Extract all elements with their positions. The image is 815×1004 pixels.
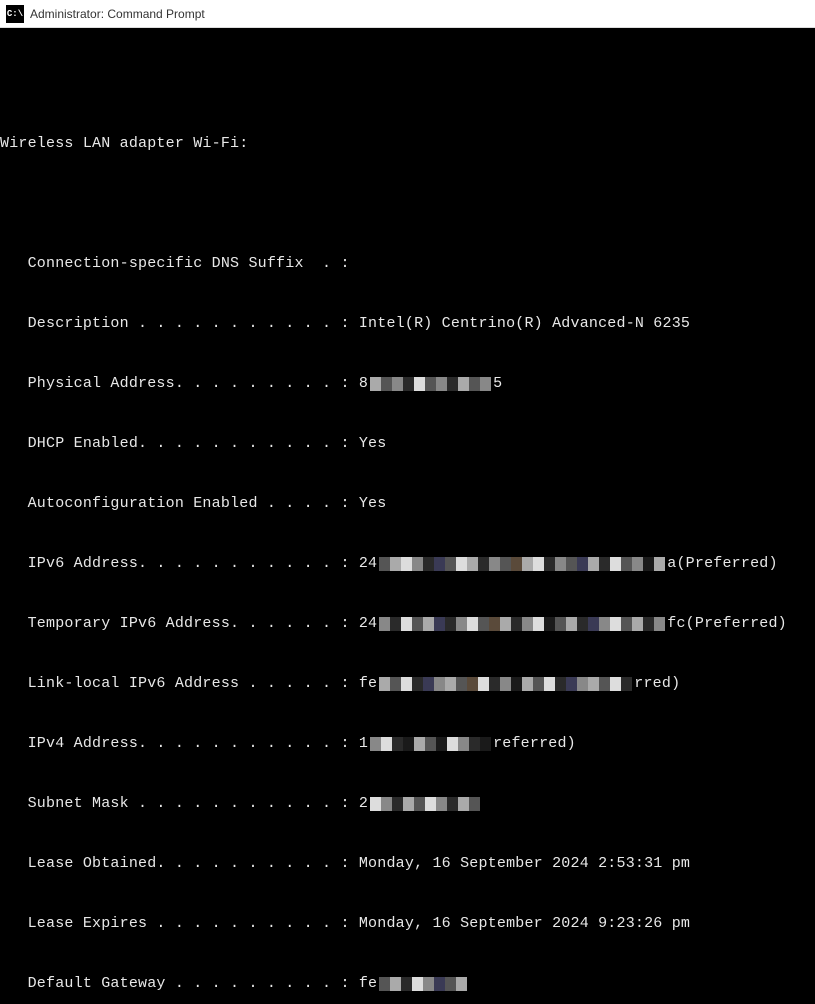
- cmd-icon: C:\: [6, 5, 24, 23]
- subnet-line: Subnet Mask . . . . . . . . . . . : 2: [0, 794, 815, 814]
- output-line: [0, 194, 815, 214]
- title-bar[interactable]: C:\ Administrator: Command Prompt: [0, 0, 815, 28]
- redacted-icon: [370, 737, 491, 751]
- autoconf-line: Autoconfiguration Enabled . . . . : Yes: [0, 494, 815, 514]
- physical-address-line: Physical Address. . . . . . . . . : 8 5: [0, 374, 815, 394]
- label: Autoconfiguration Enabled . . . . :: [0, 494, 359, 514]
- value: Yes: [359, 494, 387, 514]
- link-local-ipv6-line: Link-local IPv6 Address . . . . . : fe rr…: [0, 674, 815, 694]
- label: IPv6 Address. . . . . . . . . . . :: [0, 554, 359, 574]
- redacted-icon: [379, 617, 665, 631]
- value-suffix: a(Preferred): [667, 554, 777, 574]
- value: Intel(R) Centrino(R) Advanced-N 6235: [359, 314, 690, 334]
- value-prefix: fe: [359, 974, 377, 994]
- ipv6-line: IPv6 Address. . . . . . . . . . . : 24 a(…: [0, 554, 815, 574]
- dns-suffix-line: Connection-specific DNS Suffix . :: [0, 254, 815, 274]
- label: Description . . . . . . . . . . . :: [0, 314, 359, 334]
- label: Subnet Mask . . . . . . . . . . . :: [0, 794, 359, 814]
- label: IPv4 Address. . . . . . . . . . . :: [0, 734, 359, 754]
- value: Yes: [359, 434, 387, 454]
- redacted-icon: [379, 557, 665, 571]
- lease-obtained-line: Lease Obtained. . . . . . . . . . : Mond…: [0, 854, 815, 874]
- label: Default Gateway . . . . . . . . . :: [0, 974, 359, 994]
- label: Temporary IPv6 Address. . . . . . :: [0, 614, 359, 634]
- terminal-output[interactable]: Wireless LAN adapter Wi-Fi: Connection-s…: [0, 28, 815, 1004]
- window-title: Administrator: Command Prompt: [30, 7, 205, 21]
- lease-expires-line: Lease Expires . . . . . . . . . . : Mond…: [0, 914, 815, 934]
- temp-ipv6-line: Temporary IPv6 Address. . . . . . : 24 fc…: [0, 614, 815, 634]
- adapter-header: Wireless LAN adapter Wi-Fi:: [0, 134, 815, 154]
- value-prefix: 2: [359, 794, 368, 814]
- label: Physical Address. . . . . . . . . :: [0, 374, 359, 394]
- value-prefix: 24: [359, 614, 377, 634]
- value-prefix: 1: [359, 734, 368, 754]
- value-suffix: fc(Preferred): [667, 614, 787, 634]
- label: Lease Obtained. . . . . . . . . . :: [0, 854, 359, 874]
- value-prefix: 24: [359, 554, 377, 574]
- redacted-icon: [370, 377, 491, 391]
- description-line: Description . . . . . . . . . . . : Inte…: [0, 314, 815, 334]
- value-prefix: 8: [359, 374, 368, 394]
- value-suffix: rred): [634, 674, 680, 694]
- label: Lease Expires . . . . . . . . . . :: [0, 914, 359, 934]
- label: Link-local IPv6 Address . . . . . :: [0, 674, 359, 694]
- dhcp-enabled-line: DHCP Enabled. . . . . . . . . . . : Yes: [0, 434, 815, 454]
- ipv4-line: IPv4 Address. . . . . . . . . . . : 1 ref…: [0, 734, 815, 754]
- value-suffix: 5: [493, 374, 502, 394]
- redacted-icon: [379, 677, 632, 691]
- redacted-icon: [379, 977, 467, 991]
- gateway-line: Default Gateway . . . . . . . . . : fe: [0, 974, 815, 994]
- redacted-icon: [370, 797, 480, 811]
- value-prefix: fe: [359, 674, 377, 694]
- output-line: [0, 74, 815, 94]
- value: Monday, 16 September 2024 2:53:31 pm: [359, 854, 690, 874]
- value-suffix: referred): [493, 734, 576, 754]
- value: Monday, 16 September 2024 9:23:26 pm: [359, 914, 690, 934]
- label: DHCP Enabled. . . . . . . . . . . :: [0, 434, 359, 454]
